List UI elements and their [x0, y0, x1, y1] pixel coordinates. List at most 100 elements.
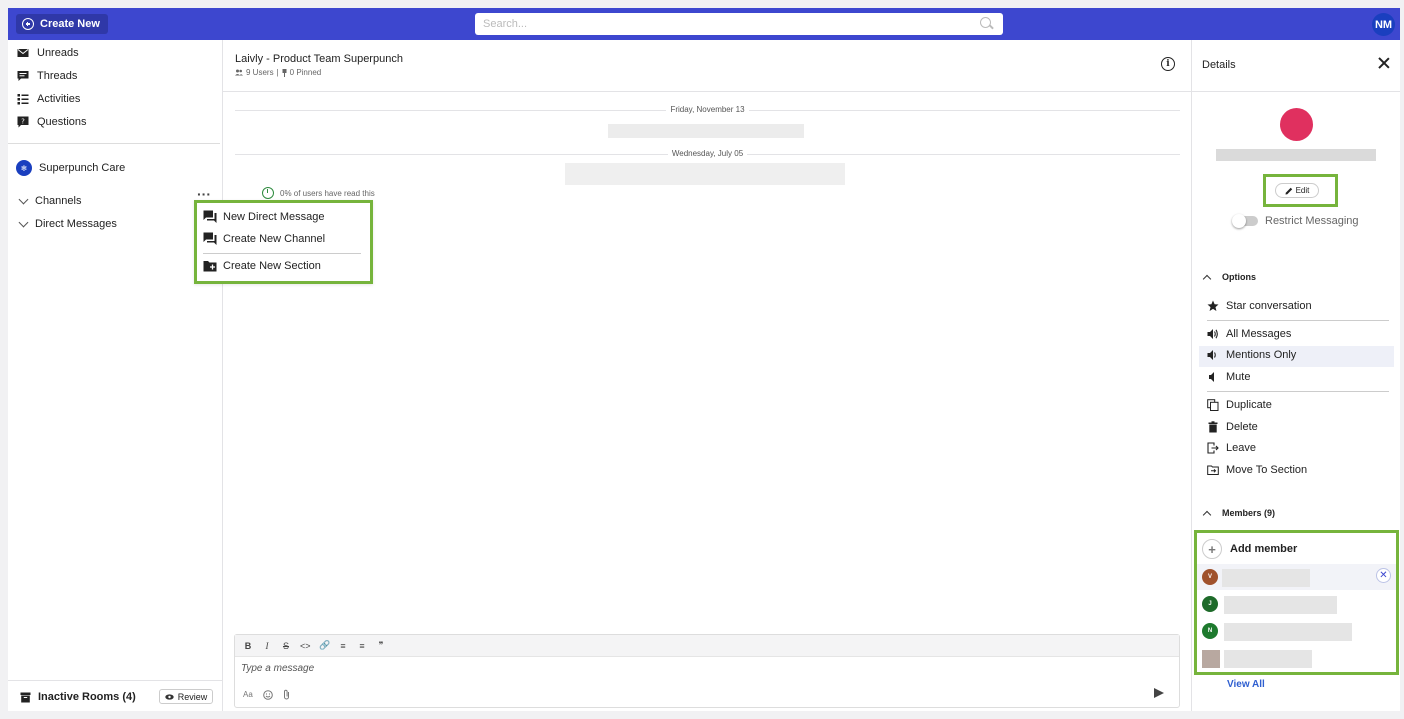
chevron-up-icon — [1202, 274, 1212, 283]
member-row[interactable]: J — [1197, 591, 1396, 617]
member-avatar — [1202, 650, 1220, 668]
sidebar-item-unreads[interactable]: Unreads — [17, 45, 79, 61]
sidebar-item-threads[interactable]: Threads — [17, 68, 77, 84]
menu-item-label: Create New Section — [223, 260, 321, 272]
member-avatar: V — [1202, 569, 1218, 585]
option-label: Mentions Only — [1226, 349, 1297, 361]
restrict-label: Restrict Messaging — [1265, 215, 1359, 227]
add-member-button[interactable]: + Add member — [1202, 539, 1297, 559]
copy-icon — [1207, 399, 1219, 411]
remove-member-icon[interactable]: ✕ — [1376, 568, 1391, 583]
view-all-link[interactable]: View All — [1227, 679, 1265, 690]
emoji-icon[interactable] — [262, 689, 273, 700]
option-all-messages[interactable]: All Messages — [1207, 325, 1291, 343]
volume-low-icon — [1207, 350, 1216, 360]
trash-icon — [1208, 421, 1218, 433]
question-icon: ? — [17, 116, 29, 128]
option-star-conversation[interactable]: Star conversation — [1207, 297, 1312, 315]
option-label: Duplicate — [1226, 399, 1272, 411]
sidebar-item-label: Unreads — [37, 47, 79, 59]
options-header[interactable]: Options — [1202, 272, 1256, 283]
close-icon[interactable] — [1378, 57, 1390, 69]
search-input[interactable] — [475, 13, 1003, 35]
options-title: Options — [1222, 272, 1256, 282]
option-move-to-section[interactable]: Move To Section — [1207, 461, 1307, 479]
sidebar-footer: Inactive Rooms (4) Review — [8, 680, 222, 711]
restrict-messaging[interactable]: Restrict Messaging — [1232, 214, 1359, 228]
section-channels[interactable]: Channels — [18, 194, 81, 207]
send-icon[interactable] — [1154, 688, 1164, 698]
divider — [8, 143, 220, 144]
option-label: Delete — [1226, 421, 1258, 433]
search-icon[interactable] — [980, 17, 991, 28]
workspace-item[interactable]: ❄ Superpunch Care — [16, 160, 125, 176]
create-new-label: Create New — [40, 18, 100, 30]
members-header[interactable]: Members (9) — [1202, 508, 1276, 519]
chat-icon — [203, 232, 217, 245]
message-input[interactable] — [241, 663, 1141, 674]
strike-button[interactable]: S — [281, 641, 291, 651]
pinned-count[interactable]: 0 Pinned — [290, 68, 322, 77]
workspace-name: Superpunch Care — [39, 162, 126, 174]
chevron-up-icon — [1202, 510, 1212, 519]
italic-button[interactable]: I — [262, 641, 272, 651]
svg-text:?: ? — [21, 118, 25, 126]
info-icon[interactable]: i — [1161, 57, 1175, 71]
date-label: Wednesday, July 05 — [667, 149, 748, 158]
more-options-icon[interactable]: ··· — [197, 187, 211, 201]
folder-plus-icon — [203, 261, 217, 272]
option-duplicate[interactable]: Duplicate — [1207, 396, 1272, 414]
edit-button[interactable]: Edit — [1275, 183, 1319, 198]
user-avatar[interactable]: NM — [1372, 13, 1395, 36]
read-status-icon — [262, 187, 274, 199]
top-bar: Create New NM — [8, 8, 1400, 40]
bullet-list-button[interactable]: ≡ — [338, 641, 348, 651]
numbered-list-button[interactable]: ≡ — [357, 641, 367, 651]
details-panel: Details Edit Restrict Messaging Options … — [1191, 40, 1400, 711]
review-button[interactable]: Review — [159, 689, 213, 704]
attachment-icon[interactable] — [283, 689, 290, 700]
option-delete[interactable]: Delete — [1207, 418, 1258, 436]
member-row[interactable]: V ✕ — [1197, 564, 1396, 590]
members-highlight: + Add member V ✕ J N — [1194, 530, 1399, 675]
member-row[interactable] — [1197, 645, 1396, 671]
eye-icon — [165, 693, 174, 700]
composer-actions: Aa — [243, 689, 290, 700]
sidebar-item-activities[interactable]: Activities — [17, 91, 80, 107]
link-button[interactable]: 🔗 — [319, 640, 330, 651]
text-format-button[interactable]: Aa — [243, 690, 253, 699]
redacted-member-name — [1224, 596, 1337, 614]
bold-button[interactable]: B — [243, 641, 253, 651]
option-leave[interactable]: Leave — [1207, 439, 1256, 457]
sidebar-item-label: Activities — [37, 93, 81, 105]
sidebar-item-questions[interactable]: ? Questions — [17, 114, 87, 130]
chat-main: Laivly - Product Team Superpunch 9 Users… — [223, 40, 1191, 711]
member-row[interactable]: N — [1197, 618, 1396, 644]
restrict-messaging-toggle[interactable] — [1232, 214, 1258, 228]
divider — [1207, 320, 1389, 321]
users-count[interactable]: 9 Users — [246, 68, 274, 77]
menu-item-create-new-section[interactable]: Create New Section — [203, 259, 321, 273]
section-direct-messages[interactable]: Direct Messages — [18, 217, 117, 230]
divider — [223, 91, 1191, 92]
edit-highlight: Edit — [1263, 174, 1338, 207]
add-member-label: Add member — [1230, 543, 1298, 555]
sidebar-item-label: Threads — [37, 70, 78, 82]
menu-item-new-direct-message[interactable]: New Direct Message — [203, 210, 324, 224]
menu-item-create-new-channel[interactable]: Create New Channel — [203, 232, 325, 246]
members-title: Members (9) — [1222, 508, 1276, 518]
inactive-rooms[interactable]: Inactive Rooms (4) — [20, 691, 136, 703]
activities-icon — [17, 94, 29, 105]
star-icon — [1207, 300, 1219, 311]
option-mute[interactable]: Mute — [1207, 368, 1250, 386]
sidebar: Unreads Threads Activities ? Questions ❄… — [8, 40, 223, 711]
option-mentions-only[interactable]: Mentions Only — [1207, 346, 1296, 364]
users-icon — [235, 69, 243, 76]
message-composer: B I S <> 🔗 ≡ ≡ ❞ Aa — [234, 634, 1180, 708]
member-avatar: N — [1202, 623, 1218, 639]
code-button[interactable]: <> — [300, 641, 311, 651]
meta-separator: | — [276, 68, 279, 77]
create-new-button[interactable]: Create New — [16, 14, 108, 34]
quote-button[interactable]: ❞ — [376, 640, 386, 651]
section-label: Direct Messages — [35, 218, 117, 230]
